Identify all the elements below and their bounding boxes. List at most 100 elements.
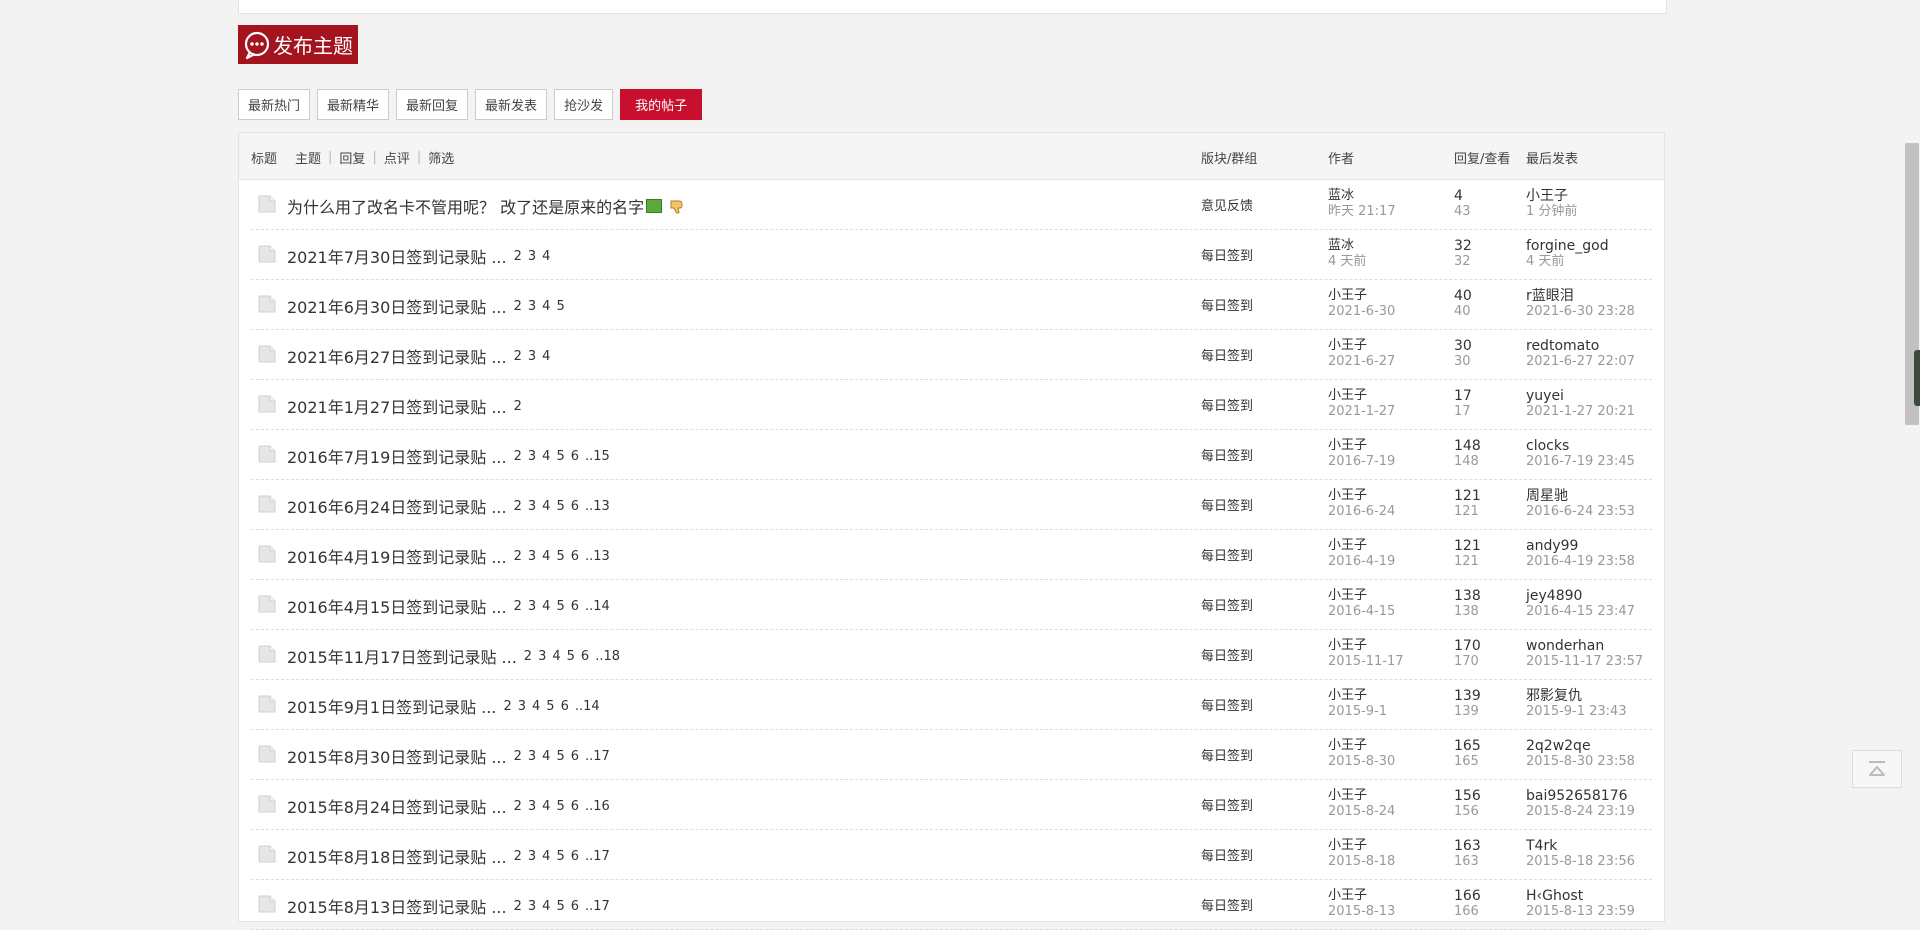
page-link[interactable]: 3 <box>528 499 536 514</box>
page-link[interactable]: 2 <box>514 899 522 914</box>
thread-forum[interactable]: 每日签到 <box>1201 445 1253 464</box>
last-poster[interactable]: forgine_god <box>1526 238 1609 254</box>
page-link[interactable]: 5 <box>556 599 564 614</box>
last-post-time[interactable]: 2016-6-24 23:53 <box>1526 504 1635 520</box>
last-post-time[interactable]: 2021-6-27 22:07 <box>1526 354 1635 370</box>
last-poster[interactable]: andy99 <box>1526 538 1635 554</box>
page-link[interactable]: 6 <box>561 699 569 714</box>
page-link[interactable]: 5 <box>556 549 564 564</box>
page-link[interactable]: ..16 <box>585 799 610 814</box>
page-link[interactable]: 3 <box>528 349 536 364</box>
page-link[interactable]: 3 <box>528 249 536 264</box>
thread-title[interactable]: 2015年9月1日签到记录贴 ... <box>287 694 496 718</box>
thread-row[interactable]: 2021年7月30日签到记录贴 ... 2 3 4 每日签到 蓝冰 4 天前 32 32 forg… <box>251 230 1652 280</box>
page-link[interactable]: 2 <box>514 599 522 614</box>
page-link[interactable]: ..14 <box>585 599 610 614</box>
thread-title[interactable]: 为什么用了改名卡不管用呢？ 改了还是原来的名字 <box>287 194 644 218</box>
thread-title[interactable]: 2016年4月19日签到记录贴 ... <box>287 544 507 568</box>
last-post-time[interactable]: 4 天前 <box>1526 254 1609 270</box>
thread-author[interactable]: 小王子 <box>1328 488 1395 504</box>
last-post-time[interactable]: 2016-4-19 23:58 <box>1526 554 1635 570</box>
thread-forum[interactable]: 每日签到 <box>1201 395 1253 414</box>
page-link[interactable]: 2 <box>514 349 522 364</box>
last-poster[interactable]: 小王子 <box>1526 188 1577 204</box>
page-link[interactable]: 3 <box>528 299 536 314</box>
thread-forum[interactable]: 每日签到 <box>1201 895 1253 914</box>
last-post-time[interactable]: 2015-8-18 23:56 <box>1526 854 1635 870</box>
page-link[interactable]: 4 <box>542 749 550 764</box>
thread-title[interactable]: 2021年6月30日签到记录贴 ... <box>287 294 507 318</box>
side-panel-handle[interactable] <box>1914 350 1920 406</box>
page-link[interactable]: 3 <box>528 899 536 914</box>
page-link[interactable]: 2 <box>514 799 522 814</box>
thread-forum[interactable]: 每日签到 <box>1201 695 1253 714</box>
thread-row[interactable]: 2015年8月13日签到记录贴 ... 2 3 4 5 6 ..17 每日签到 小王子 2015-… <box>251 880 1652 930</box>
thread-row[interactable]: 2015年9月1日签到记录贴 ... 2 3 4 5 6 ..14 每日签到 小王子 2015-9… <box>251 680 1652 730</box>
page-link[interactable]: 4 <box>542 849 550 864</box>
thread-title[interactable]: 2016年4月15日签到记录贴 ... <box>287 594 507 618</box>
last-poster[interactable]: yuyei <box>1526 388 1635 404</box>
page-link[interactable]: 2 <box>514 399 522 414</box>
page-link[interactable]: 4 <box>542 899 550 914</box>
thread-row[interactable]: 2015年8月18日签到记录贴 ... 2 3 4 5 6 ..17 每日签到 小王子 2015-… <box>251 830 1652 880</box>
thread-row[interactable]: 2015年11月17日签到记录贴 ... 2 3 4 5 6 ..18 每日签到 小王子 2015… <box>251 630 1652 680</box>
last-post-time[interactable]: 2015-9-1 23:43 <box>1526 704 1627 720</box>
thread-row[interactable]: 2016年7月19日签到记录贴 ... 2 3 4 5 6 ..15 每日签到 小王子 2016-… <box>251 430 1652 480</box>
page-link[interactable]: 4 <box>532 699 540 714</box>
page-link[interactable]: 6 <box>571 849 579 864</box>
page-link[interactable]: ..17 <box>585 749 610 764</box>
page-link[interactable]: 3 <box>518 699 526 714</box>
thread-title[interactable]: 2016年6月24日签到记录贴 ... <box>287 494 507 518</box>
page-link[interactable]: 6 <box>571 449 579 464</box>
thread-author[interactable]: 小王子 <box>1328 538 1395 554</box>
thread-forum[interactable]: 每日签到 <box>1201 495 1253 514</box>
thread-author[interactable]: 小王子 <box>1328 338 1395 354</box>
thread-author[interactable]: 小王子 <box>1328 638 1404 654</box>
page-link[interactable]: 6 <box>571 549 579 564</box>
last-poster[interactable]: 2q2w2qe <box>1526 738 1635 754</box>
thread-title[interactable]: 2021年7月30日签到记录贴 ... <box>287 244 507 268</box>
filter-hot-button[interactable]: 最新热门 <box>238 89 311 120</box>
back-to-top-button[interactable] <box>1852 750 1902 788</box>
thread-row[interactable]: 为什么用了改名卡不管用呢？ 改了还是原来的名字 意见反馈 蓝冰 昨天 21:17 4 43… <box>251 180 1652 230</box>
thread-title[interactable]: 2016年7月19日签到记录贴 ... <box>287 444 507 468</box>
thread-title[interactable]: 2015年8月24日签到记录贴 ... <box>287 794 507 818</box>
thread-author[interactable]: 蓝冰 <box>1328 188 1396 204</box>
page-link[interactable]: ..17 <box>585 899 610 914</box>
page-link[interactable]: 4 <box>542 549 550 564</box>
thread-forum[interactable]: 每日签到 <box>1201 545 1253 564</box>
last-post-time[interactable]: 2021-6-30 23:28 <box>1526 304 1635 320</box>
thread-title[interactable]: 2021年1月27日签到记录贴 ... <box>287 394 507 418</box>
page-link[interactable]: ..13 <box>585 499 610 514</box>
thread-row[interactable]: 2021年6月27日签到记录贴 ... 2 3 4 每日签到 小王子 2021-6-27 30… <box>251 330 1652 380</box>
thread-title[interactable]: 2015年8月13日签到记录贴 ... <box>287 894 507 918</box>
thread-row[interactable]: 2015年8月24日签到记录贴 ... 2 3 4 5 6 ..16 每日签到 小王子 2015-… <box>251 780 1652 830</box>
last-poster[interactable]: T4rk <box>1526 838 1635 854</box>
last-poster[interactable]: 邪影复仇 <box>1526 688 1627 704</box>
page-link[interactable]: 3 <box>528 549 536 564</box>
last-poster[interactable]: 周星驰 <box>1526 488 1635 504</box>
thread-forum[interactable]: 每日签到 <box>1201 745 1253 764</box>
page-link[interactable]: 2 <box>514 549 522 564</box>
thread-row[interactable]: 2016年4月19日签到记录贴 ... 2 3 4 5 6 ..13 每日签到 小王子 2016-… <box>251 530 1652 580</box>
thread-forum[interactable]: 每日签到 <box>1201 295 1253 314</box>
page-link[interactable]: 4 <box>542 499 550 514</box>
last-poster[interactable]: r蓝眼泪 <box>1526 288 1635 304</box>
page-link[interactable]: 2 <box>514 449 522 464</box>
filter-my-posts-button[interactable]: 我的帖子 <box>620 89 703 120</box>
page-link[interactable]: 5 <box>567 649 575 664</box>
page-link[interactable]: 5 <box>556 299 564 314</box>
page-link[interactable]: 2 <box>503 699 511 714</box>
thread-forum[interactable]: 每日签到 <box>1201 345 1253 364</box>
page-link[interactable]: 5 <box>556 899 564 914</box>
page-link[interactable]: 6 <box>571 499 579 514</box>
filter-latest-post-button[interactable]: 最新发表 <box>475 89 548 120</box>
page-link[interactable]: ..18 <box>595 649 620 664</box>
last-poster[interactable]: redtomato <box>1526 338 1635 354</box>
page-link[interactable]: ..15 <box>585 449 610 464</box>
page-link[interactable]: 6 <box>571 749 579 764</box>
thread-author[interactable]: 蓝冰 <box>1328 238 1366 254</box>
page-link[interactable]: 4 <box>552 649 560 664</box>
page-link[interactable]: 5 <box>556 499 564 514</box>
thread-forum[interactable]: 每日签到 <box>1201 645 1253 664</box>
